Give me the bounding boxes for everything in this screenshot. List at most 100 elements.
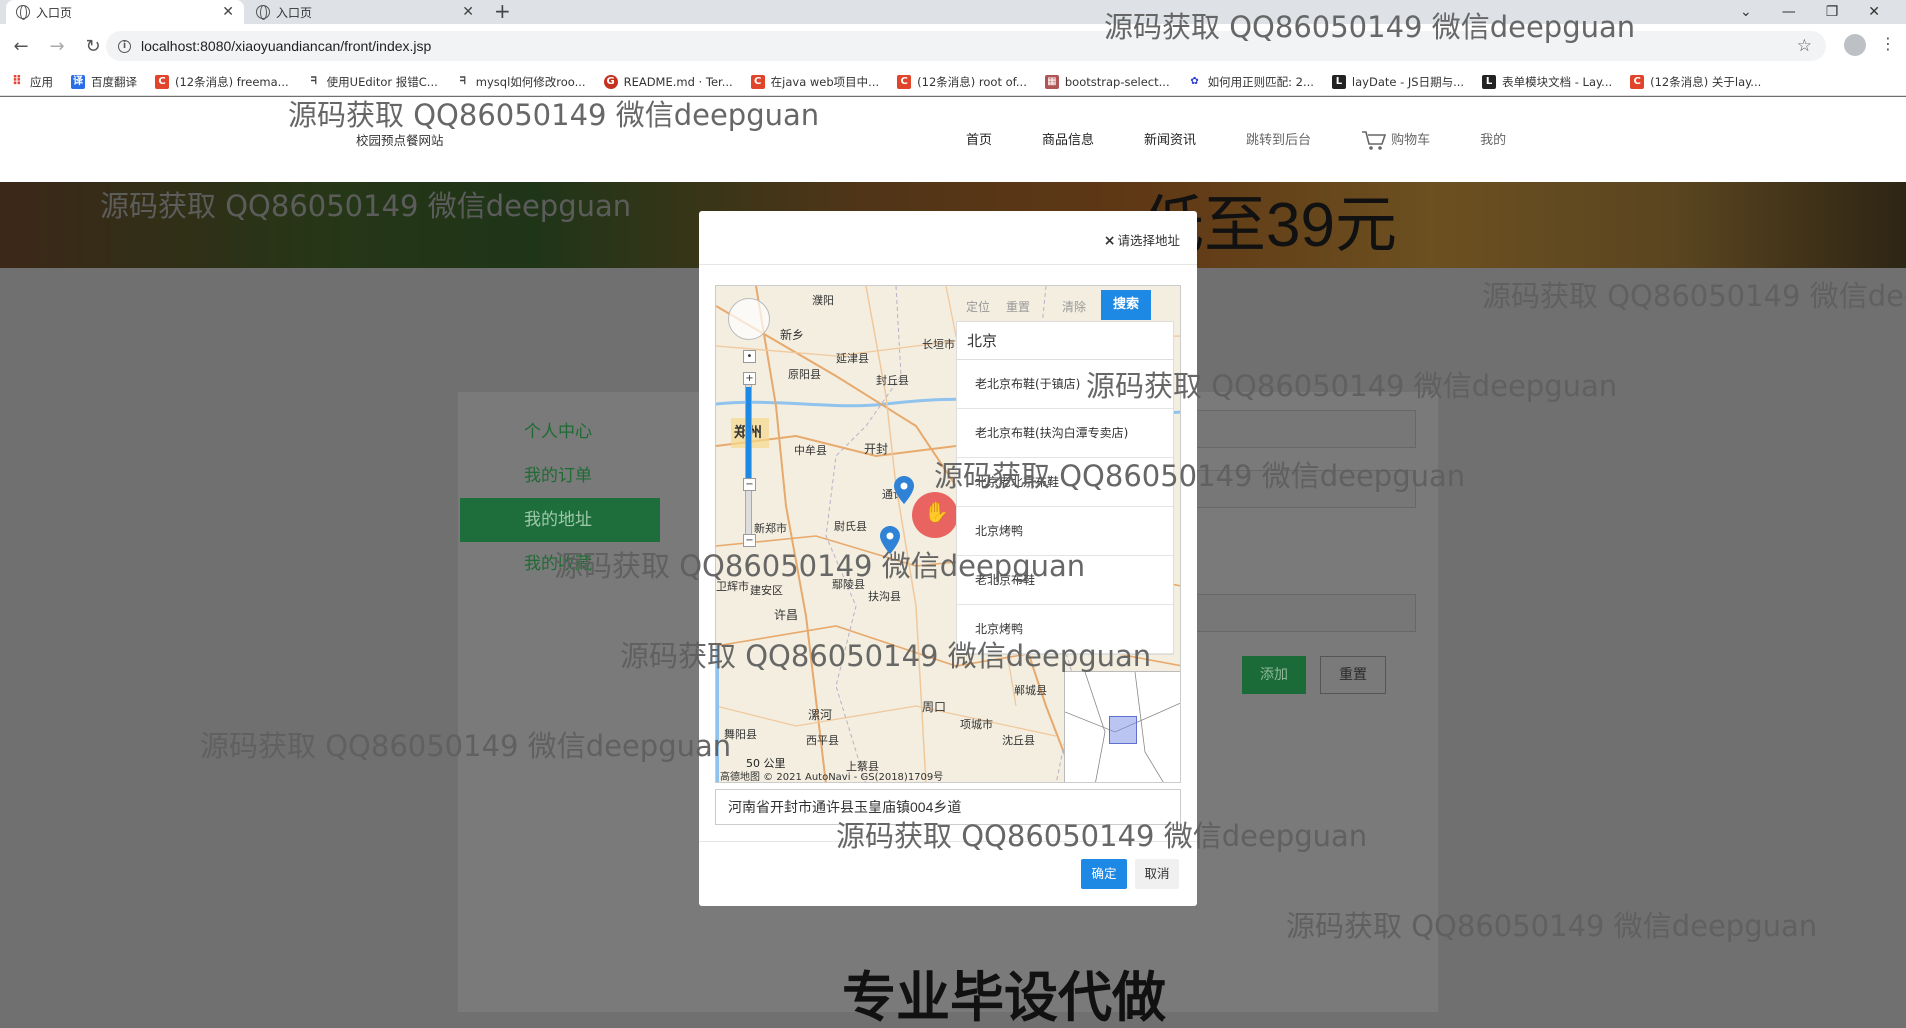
nav-cart[interactable]: 购物车 — [1361, 129, 1430, 152]
map-label: 周口 — [922, 700, 947, 714]
overview-minimap[interactable] — [1064, 671, 1180, 782]
forward-icon[interactable]: → — [42, 36, 72, 57]
nav-products[interactable]: 商品信息 — [1042, 129, 1094, 152]
url-text[interactable]: localhost:8080/xiaoyuandiancan/front/ind… — [141, 38, 431, 54]
watermark: 源码获取 QQ86050149 微信deepguan — [200, 729, 732, 763]
bookmark-item[interactable]: C (12条消息) root of... — [897, 74, 1027, 90]
bookmark-label: README.md · Ter... — [623, 74, 733, 89]
zoom-in-icon[interactable]: + — [743, 372, 756, 385]
bookmark-item[interactable]: ▦ bootstrap-select... — [1044, 74, 1170, 89]
zoom-locate-icon[interactable]: • — [743, 350, 756, 363]
nav-home[interactable]: 首页 — [966, 129, 992, 152]
close-window-icon[interactable]: ✕ — [1868, 4, 1880, 20]
bookmarks-bar: ⠿ 应用 译百度翻译 C (12条消息) freema... ᖷ 使用UEditor … — [0, 68, 1906, 96]
site-header: 校园预点餐网站 首页 商品信息 新闻资讯 跳转到后台 购物车 我的 — [0, 97, 1906, 182]
nav-admin[interactable]: 跳转到后台 — [1246, 129, 1311, 152]
modal-title: × 请选择地址 — [1104, 230, 1180, 249]
zoom-level-fill — [746, 387, 751, 479]
globe-icon — [16, 5, 30, 20]
bookmark-item[interactable]: 译百度翻译 — [71, 74, 137, 90]
zoom-slider[interactable] — [745, 374, 752, 544]
bookmark-item[interactable]: C (12条消息) freema... — [155, 74, 289, 90]
page-icon: ▦ — [1044, 74, 1059, 89]
bookmark-item[interactable]: ✿ 如何用正则匹配: 2... — [1188, 74, 1314, 90]
menu-icon[interactable]: ⋮ — [1880, 34, 1896, 53]
add-button[interactable]: 添加 — [1242, 656, 1306, 694]
csdn-icon: C — [1630, 74, 1645, 89]
browser-tab[interactable]: 入口页 ✕ — [246, 0, 484, 24]
browser-tab-active[interactable]: 入口页 ✕ — [6, 0, 244, 24]
sidebar-item-address[interactable]: 我的地址 — [460, 498, 660, 542]
watermark: 源码获取 QQ86050149 微信deepguan — [100, 189, 632, 223]
bookmark-item[interactable]: ᖷ mysql如何修改roo... — [456, 74, 586, 90]
map-attribution: 高德地图 © 2021 AutoNavi - GS(2018)1709号 — [720, 772, 944, 783]
compass-control[interactable] — [728, 298, 770, 340]
map-label: 许昌 — [774, 608, 799, 622]
info-icon[interactable]: i — [118, 39, 131, 53]
form-field[interactable] — [1176, 410, 1416, 448]
cancel-button[interactable]: 取消 — [1135, 859, 1179, 889]
bookmark-item[interactable]: G README.md · Ter... — [603, 74, 733, 89]
map-label: 西平县 — [806, 734, 839, 747]
watermark: 源码获取 QQ86050149 微信deepguan — [934, 459, 1466, 493]
layui-icon: L — [1482, 74, 1497, 89]
reset-button[interactable]: 重置 — [1320, 656, 1386, 694]
reload-icon[interactable]: ↻ — [78, 36, 108, 57]
translate-icon: 译 — [71, 74, 85, 89]
modal-title-text: 请选择地址 — [1117, 233, 1180, 248]
nav-cart-label: 购物车 — [1391, 133, 1431, 148]
clear-control[interactable]: 清除 — [1062, 298, 1086, 315]
gitee-icon: G — [603, 74, 618, 89]
bookmark-label: (12条消息) root of... — [917, 74, 1027, 89]
bookmark-label: 如何用正则匹配: 2... — [1207, 74, 1314, 89]
confirm-button[interactable]: 确定 — [1081, 859, 1127, 889]
map-label: 濮阳 — [812, 294, 834, 307]
tab-search-icon[interactable]: ⌄ — [1740, 4, 1752, 20]
bookmark-item[interactable]: LlayDate - JS日期与... — [1331, 74, 1464, 90]
map-search-input[interactable]: 北京 — [957, 322, 1173, 360]
cart-icon — [1362, 130, 1387, 150]
form-field[interactable] — [1176, 594, 1416, 632]
watermark: 源码获取 QQ86050149 微信deepguan — [1482, 279, 1906, 313]
hand-cursor-icon: ✋ — [924, 500, 949, 524]
map-label: 中牟县 — [794, 444, 827, 457]
locate-control[interactable]: 定位 — [966, 298, 990, 315]
bookmark-item[interactable]: L 表单模块文档 - Lay... — [1482, 74, 1612, 90]
sidebar-item-profile[interactable]: 个人中心 — [460, 410, 660, 454]
map-label: 尉氏县 — [834, 520, 867, 533]
bookmark-label: 在java web项目中... — [770, 74, 880, 89]
minimap-viewport[interactable] — [1109, 716, 1137, 744]
map-view[interactable]: 新乡 延津县 原阳县 封丘县 长垣市 郑州 中牟县 开封 通许 尉氏县 新郑市 … — [715, 285, 1181, 783]
zoom-out-icon[interactable]: − — [743, 478, 756, 491]
map-search-button[interactable]: 搜索 — [1101, 290, 1151, 320]
map-label: 漯河 — [808, 708, 833, 722]
restore-icon[interactable]: ❐ — [1826, 4, 1839, 20]
apps-grid-icon: ⠿ — [11, 73, 23, 89]
close-icon[interactable]: ✕ — [462, 4, 474, 20]
tab-title: 入口页 — [276, 5, 313, 20]
back-icon[interactable]: ← — [6, 36, 36, 57]
modal-header: × 请选择地址 — [699, 211, 1197, 265]
map-label: 项城市 — [960, 718, 993, 731]
bookmark-apps[interactable]: ⠿ 应用 — [10, 74, 53, 90]
reset-control[interactable]: 重置 — [1006, 298, 1030, 315]
csdn-icon: C — [897, 74, 912, 89]
map-marker-icon[interactable] — [894, 476, 914, 504]
caption-text: 专业毕设代做 — [842, 966, 1166, 1028]
main-nav: 首页 商品信息 新闻资讯 跳转到后台 购物车 我的 — [966, 129, 1556, 152]
watermark: 源码获取 QQ86050149 微信deepguan — [1104, 10, 1636, 44]
new-tab-button[interactable]: + — [494, 0, 511, 24]
close-icon[interactable]: × — [1104, 233, 1116, 249]
bookmark-item[interactable]: ᖷ 使用UEditor 报错C... — [307, 74, 438, 90]
nav-mine[interactable]: 我的 — [1480, 129, 1506, 152]
bookmark-item[interactable]: C (12条消息) 关于lay... — [1630, 74, 1761, 90]
suggestion-item[interactable]: 老北京布鞋(扶沟白潭专卖店) — [957, 409, 1173, 458]
bookmark-label: mysql如何修改roo... — [475, 74, 586, 89]
profile-avatar[interactable] — [1844, 34, 1866, 56]
minimize-icon[interactable]: — — [1782, 4, 1796, 20]
sidebar-item-orders[interactable]: 我的订单 — [460, 454, 660, 498]
bookmark-item[interactable]: C 在java web项目中... — [750, 74, 880, 90]
nav-news[interactable]: 新闻资讯 — [1144, 129, 1196, 152]
bookmark-star-icon[interactable]: ☆ — [1797, 36, 1812, 56]
close-icon[interactable]: ✕ — [222, 4, 234, 20]
